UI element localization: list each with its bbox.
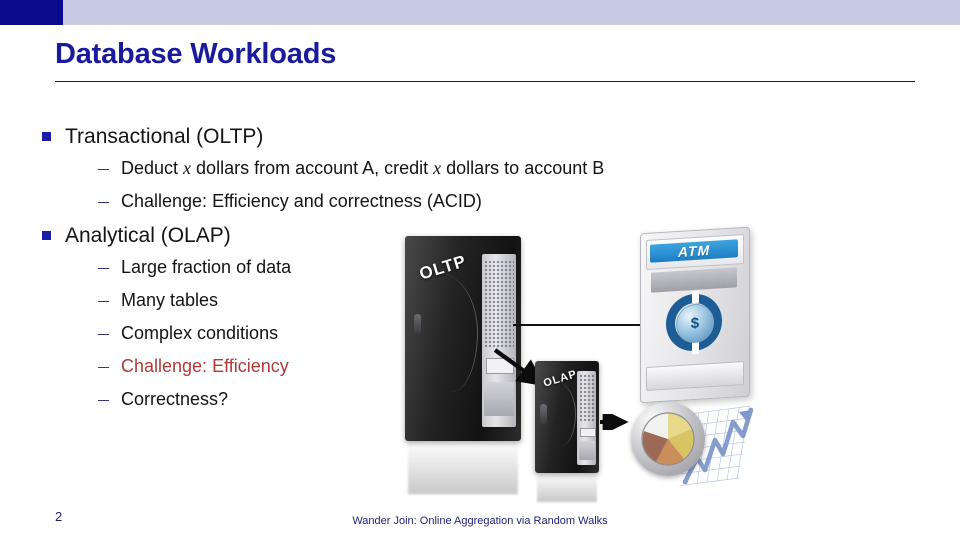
dash-bullet-icon [98,367,109,368]
text-fragment-suffix: dollars to account B [441,158,605,178]
dash-bullet-icon [98,334,109,335]
bullet-level2: Deduct x dollars from account A, credit … [98,154,682,182]
header-band-dark [0,0,63,25]
server-drive-slot [579,427,597,438]
bullet-level2-label: Large fraction of data [121,257,292,277]
square-bullet-icon [42,132,51,141]
math-variable-x1: x [183,158,192,178]
dash-bullet-icon [98,202,109,203]
header-band [0,0,960,25]
square-bullet-icon [42,231,51,240]
page-title: Database Workloads [55,38,337,70]
bullet-level2-label: Correctness? [121,389,229,409]
dash-bullet-icon [98,169,109,170]
server-front-panel [481,254,517,427]
atm-logo-icon: $ [665,292,723,353]
server-front-panel [577,371,597,466]
server-vents [484,259,514,350]
footer-note: Wander Join: Online Aggregation via Rand… [352,515,608,527]
bullet-level2-label: Challenge: Efficiency and correctness (A… [121,191,482,211]
olap-server-icon: OLAP [535,361,599,503]
server-badge [540,403,548,424]
atm-machine-icon: ATM $ [640,226,750,404]
dash-bullet-icon [98,400,109,401]
bullet-level1-label: Analytical (OLAP) [65,224,231,247]
oltp-server-icon: OLTP [405,236,521,495]
text-fragment-middle: dollars from account A, credit [191,158,434,178]
analytics-icon [627,396,755,504]
title-divider [55,81,915,82]
dash-bullet-icon [98,301,109,302]
bullet-level1: Transactional (OLTP) [42,122,682,152]
math-variable-x2: x [433,158,442,178]
bullet-level2-label-highlighted: Challenge: Efficiency [121,356,289,376]
server-vents [578,373,595,423]
bullet-level2-label: Deduct x dollars from account A, credit … [121,154,604,182]
bullet-level1-label: Transactional (OLTP) [65,125,264,148]
pie-chart-icon [631,402,705,476]
bullet-level2-label: Many tables [121,290,219,310]
header-band-light [0,0,960,25]
bullet-level2: Challenge: Efficiency and correctness (A… [98,187,682,215]
bullet-level2-label: Complex conditions [121,323,279,343]
oltp-atm-connector-line [513,324,645,326]
text-fragment-prefix: Deduct [121,158,184,178]
server-lower-bay [578,440,595,460]
server-reflection [536,473,598,503]
sublist-transactional: Deduct x dollars from account A, credit … [98,154,682,215]
dash-bullet-icon [98,268,109,269]
server-reflection [408,441,518,495]
architecture-illustration: OLTP OLAP ATM $ [395,226,795,508]
server-badge [414,313,422,334]
